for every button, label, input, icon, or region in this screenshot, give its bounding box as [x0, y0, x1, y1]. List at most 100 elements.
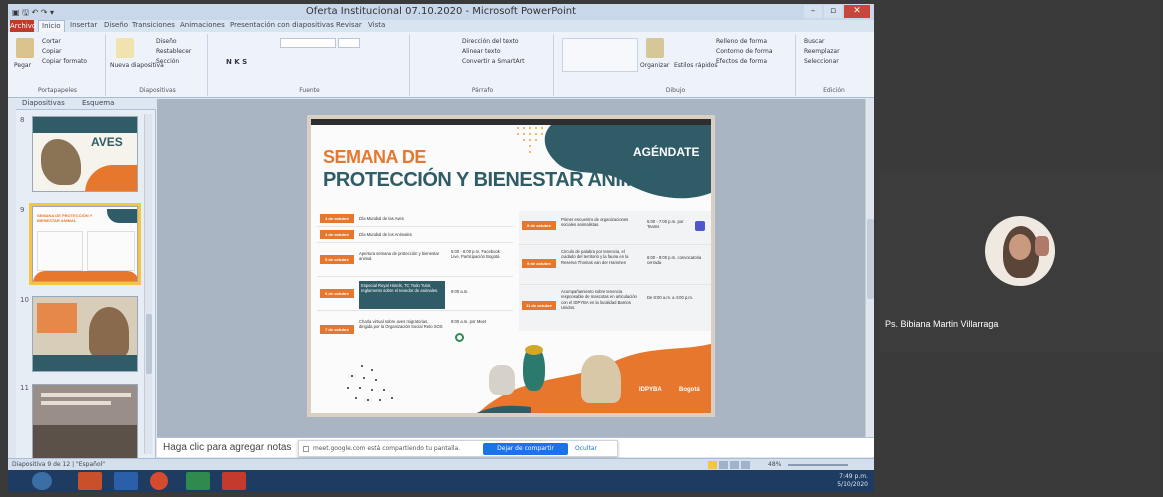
- bold-button[interactable]: N K S: [226, 58, 247, 66]
- replace-button[interactable]: Reemplazar: [804, 48, 840, 55]
- slide-thumbnail[interactable]: [32, 384, 138, 460]
- group-parrafo: Dirección del texto Alinear texto Conver…: [412, 34, 554, 96]
- format-painter-button[interactable]: Copiar formato: [42, 58, 87, 65]
- font-size-combo[interactable]: [338, 38, 360, 48]
- close-button[interactable]: ✕: [844, 5, 870, 18]
- tab-diseno[interactable]: Diseño: [104, 21, 128, 29]
- slide-counter: Diapositiva 9 de 12 | "Español": [12, 461, 106, 468]
- hide-button[interactable]: Ocultar: [575, 445, 597, 452]
- shape-outline-button[interactable]: Contorno de forma: [716, 48, 773, 55]
- start-button-icon[interactable]: [32, 472, 52, 490]
- event-time: 6:00 - 8:00 p.m. convocatoria cerrada: [647, 255, 702, 266]
- align-text-button[interactable]: Alinear texto: [462, 48, 501, 55]
- arrange-button[interactable]: Organizar: [640, 62, 669, 69]
- text-direction-button[interactable]: Dirección del texto: [462, 38, 519, 45]
- view-buttons: [708, 461, 758, 469]
- tab-revisar[interactable]: Revisar: [336, 21, 362, 29]
- tab-insertar[interactable]: Insertar: [70, 21, 97, 29]
- idpyba-logo: IDPYBA: [639, 387, 662, 393]
- event-text: Apertura semana de protección y bienesta…: [359, 251, 440, 262]
- powerpoint-taskbar-icon[interactable]: [78, 472, 102, 490]
- word-taskbar-icon[interactable]: [114, 472, 138, 490]
- tab-presentacion[interactable]: Presentación con diapositivas: [230, 21, 334, 29]
- tab-slides-panel[interactable]: Diapositivas: [22, 99, 65, 107]
- slide-thumbnail[interactable]: AVES: [32, 116, 138, 192]
- event-time: 9:00 a.m.: [451, 289, 469, 294]
- excel-taskbar-icon[interactable]: [186, 472, 210, 490]
- paste-button[interactable]: Pegar: [14, 62, 31, 69]
- participant-avatar: [985, 216, 1055, 286]
- paste-icon[interactable]: [16, 38, 34, 58]
- window-title: Oferta Institucional 07.10.2020 - Micros…: [305, 6, 577, 17]
- zoom-level[interactable]: 48%: [768, 461, 781, 468]
- date-badge: 4 de octubre: [320, 230, 354, 239]
- windows-taskbar: 7:49 p.m. 5/10/2020: [8, 470, 874, 492]
- slide-title-line2: PROTECCIÓN Y BIENESTAR ANIMAL: [323, 169, 663, 191]
- group-diapositivas: Nueva diapositiva Diseño Restablecer Sec…: [108, 34, 208, 96]
- reset-button[interactable]: Restablecer: [156, 48, 191, 55]
- screen-share-bar: meet.google.com está compartiendo tu pan…: [298, 440, 618, 457]
- reading-view-button[interactable]: [730, 461, 739, 469]
- drag-handle-icon[interactable]: [303, 446, 309, 452]
- shapes-gallery[interactable]: [562, 38, 638, 72]
- slide-thumbnails: 8 AVES 9 SEMANA DE PROTECCIÓN Y BIENESTA…: [16, 110, 156, 460]
- select-button[interactable]: Seleccionar: [804, 58, 839, 65]
- cut-button[interactable]: Cortar: [42, 38, 61, 45]
- thumb-text: AVES: [91, 135, 123, 149]
- thumb-number: 9: [20, 206, 25, 214]
- slide-thumbnail[interactable]: [32, 296, 138, 372]
- group-label: Portapapeles: [37, 87, 78, 94]
- copy-button[interactable]: Copiar: [42, 48, 61, 55]
- event-time: 5:00 - 6:00 p.m. Facebook Live, Particip…: [451, 249, 500, 260]
- tab-transiciones[interactable]: Transiciones: [132, 21, 175, 29]
- tab-animaciones[interactable]: Animaciones: [180, 21, 225, 29]
- stop-sharing-button[interactable]: Dejar de compartir: [483, 443, 568, 455]
- event-text: Acompañamiento sobre tenencia responsabl…: [561, 289, 637, 311]
- minimize-button[interactable]: –: [804, 5, 822, 18]
- normal-view-button[interactable]: [708, 461, 717, 469]
- shape-fill-button[interactable]: Relleno de forma: [716, 38, 767, 45]
- zoom-slider[interactable]: [788, 464, 848, 466]
- slideshow-view-button[interactable]: [741, 461, 750, 469]
- group-edicion: Buscar Reemplazar Seleccionar Edición: [798, 34, 870, 96]
- maximize-button[interactable]: ▫: [824, 5, 842, 18]
- event-time: 9:00 a.m. por Meet: [451, 319, 487, 324]
- pdf-taskbar-icon[interactable]: [222, 472, 246, 490]
- thumbnails-scrollbar[interactable]: [144, 114, 152, 454]
- group-dibujo: Organizar Estilos rápidos Relleno de for…: [556, 34, 796, 96]
- quick-styles-button[interactable]: Estilos rápidos: [674, 62, 718, 69]
- schedule-row: 6 de octubre Especial Royal Hotels, TC T…: [317, 277, 513, 311]
- notes-placeholder[interactable]: Haga clic para agregar notas: [163, 442, 291, 453]
- scroll-thumb[interactable]: [146, 314, 152, 374]
- find-button[interactable]: Buscar: [804, 38, 825, 45]
- thumb-number: 10: [20, 296, 29, 304]
- dot-grid: [517, 127, 547, 157]
- participant-tile[interactable]: Ps. Bibiana Martin Villarraga: [877, 171, 1163, 352]
- slide-thumbnail[interactable]: SEMANA DE PROTECCIÓN Y BIENESTAR ANIMAL: [29, 203, 141, 285]
- new-slide-icon[interactable]: [116, 38, 134, 58]
- smartart-button[interactable]: Convertir a SmartArt: [462, 58, 524, 65]
- arrange-icon[interactable]: [646, 38, 664, 58]
- chrome-taskbar-icon[interactable]: [150, 472, 168, 490]
- group-label: Edición: [823, 87, 845, 94]
- tab-outline-panel[interactable]: Esquema: [82, 99, 114, 107]
- group-label: Fuente: [299, 87, 320, 94]
- font-name-combo[interactable]: [280, 38, 336, 48]
- layout-button[interactable]: Diseño: [156, 38, 177, 45]
- date-badge: 9 de octubre: [522, 259, 556, 268]
- tab-archivo[interactable]: Archivo: [10, 20, 36, 32]
- event-text: Día Mundial de los Animales: [359, 232, 412, 237]
- slide[interactable]: AGÉNDATE SEMANA DE PROTECCIÓN Y BIENESTA…: [307, 115, 715, 417]
- section-button[interactable]: Sección: [156, 58, 179, 65]
- shape-effects-button[interactable]: Efectos de forma: [716, 58, 767, 65]
- tab-vista[interactable]: Vista: [368, 21, 385, 29]
- event-text-highlight: Especial Royal Hotels, TC Todo Tutor, re…: [359, 281, 445, 309]
- group-label: Dibujo: [665, 87, 686, 94]
- scroll-thumb[interactable]: [867, 219, 874, 299]
- taskbar-clock: 7:49 p.m. 5/10/2020: [837, 473, 868, 488]
- group-label: Diapositivas: [139, 87, 176, 94]
- slide-title-line1: SEMANA DE: [323, 147, 426, 167]
- slide-scrollbar[interactable]: [865, 99, 874, 437]
- sorter-view-button[interactable]: [719, 461, 728, 469]
- tab-inicio[interactable]: Inicio: [38, 20, 65, 32]
